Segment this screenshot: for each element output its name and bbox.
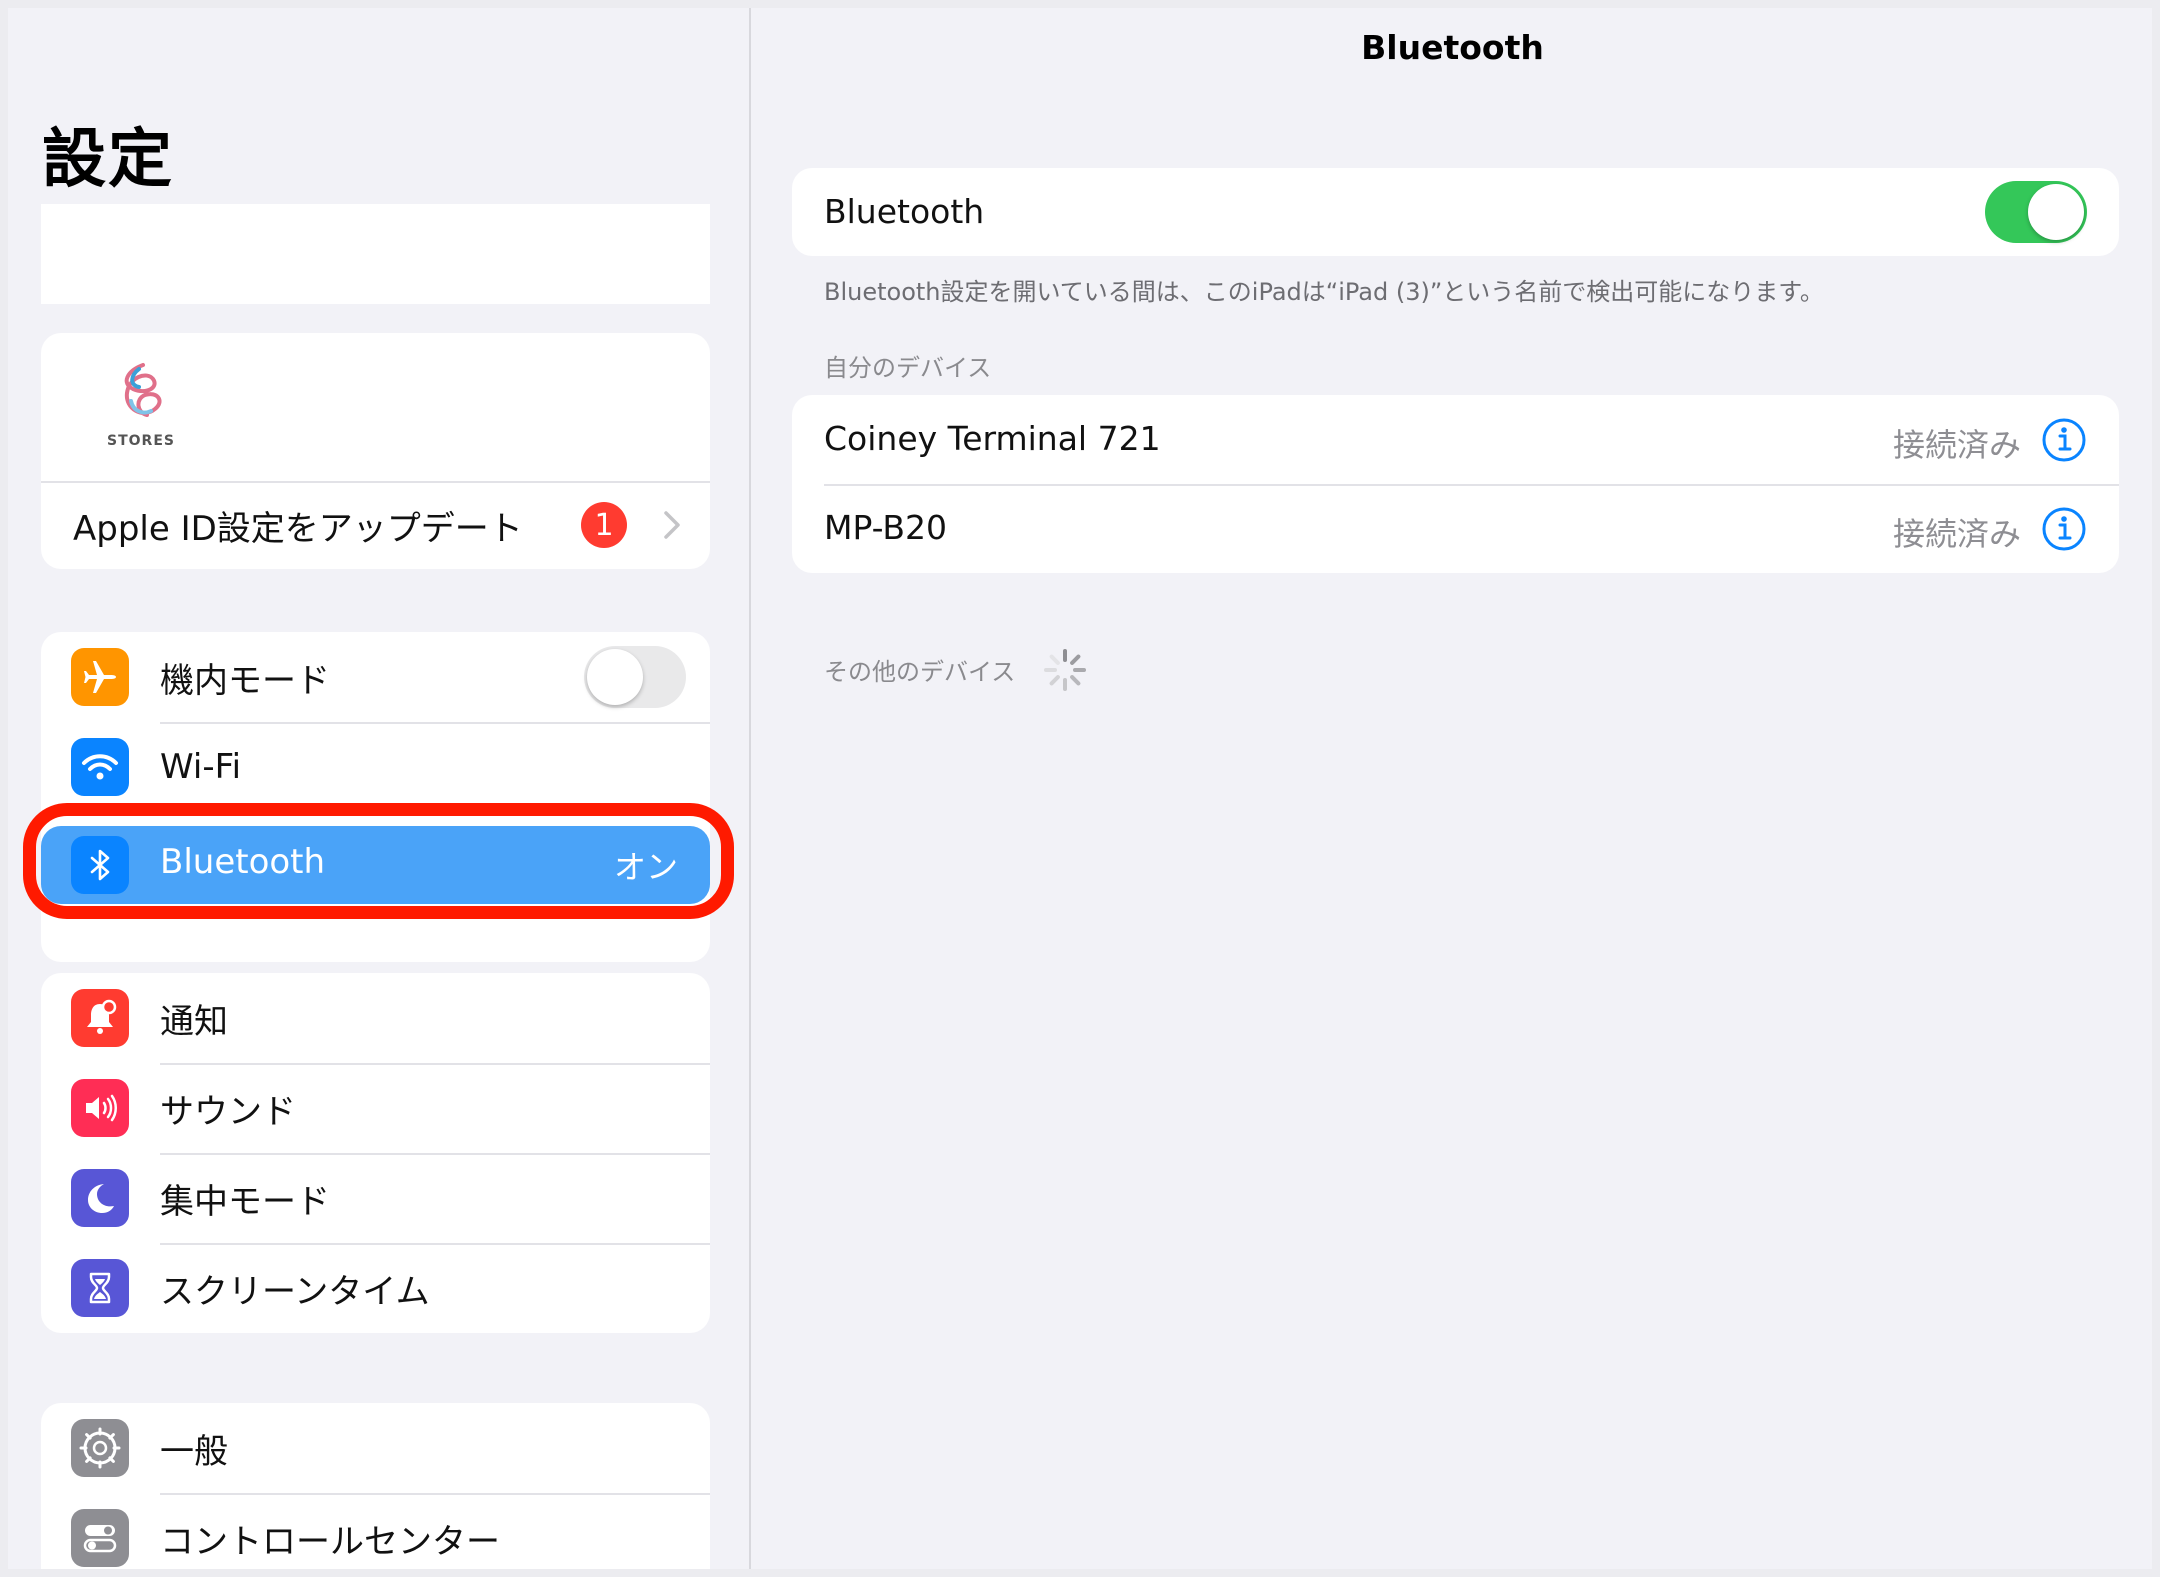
notification-badge: 1 [581, 502, 627, 548]
sidebar: 設定 STORES Apple ID設定をアップデート 1 機内モード Wi-F… [8, 8, 751, 1569]
speaker-icon [71, 1079, 129, 1137]
device-row[interactable]: MP-B20 接続済み [792, 484, 2119, 573]
toggle-knob [587, 649, 643, 705]
apple-id-update-row[interactable]: Apple ID設定をアップデート 1 [41, 481, 710, 569]
bluetooth-footnote: Bluetooth設定を開いている間は、このiPadは“iPad (3)”という… [824, 278, 1824, 306]
sidebar-item-label: 機内モード [160, 660, 330, 701]
device-status: 接続済み [1892, 426, 2021, 464]
sidebar-item-focus[interactable]: 集中モード [41, 1153, 710, 1243]
sidebar-item-label: 一般 [160, 1431, 228, 1472]
notifications-group: 通知 サウンド 集中モード スクリーンタイム [41, 973, 710, 1333]
gear-icon [71, 1419, 129, 1477]
device-name: Coiney Terminal 721 [824, 419, 1161, 458]
profile-card[interactable]: STORES Apple ID設定をアップデート 1 [41, 333, 710, 569]
device-status: 接続済み [1892, 515, 2021, 553]
sidebar-item-label: サウンド [160, 1091, 296, 1132]
sidebar-title: 設定 [42, 123, 174, 197]
profile-header[interactable]: STORES [41, 333, 710, 481]
detail-pane: Bluetooth Bluetooth Bluetooth設定を開いている間は、… [753, 8, 2152, 1569]
stores-logo: STORES [101, 361, 181, 461]
device-row[interactable]: Coiney Terminal 721 接続済み [792, 395, 2119, 484]
my-devices-list: Coiney Terminal 721 接続済み MP-B20 接続済み [792, 395, 2119, 573]
chevron-right-icon [664, 511, 680, 539]
divider [824, 484, 2119, 486]
toggle-knob [2028, 184, 2084, 240]
moon-icon [71, 1169, 129, 1227]
wifi-icon [71, 738, 129, 796]
divider [160, 1063, 710, 1065]
sidebar-item-label: スクリーンタイム [160, 1271, 430, 1312]
bell-icon [71, 989, 129, 1047]
sidebar-item-label: Wi-Fi [160, 747, 242, 787]
stores-logo-mark [124, 363, 162, 417]
bluetooth-toggle-card: Bluetooth [792, 168, 2119, 256]
sidebar-item-notifications[interactable]: 通知 [41, 973, 710, 1063]
nav-title: Bluetooth [1361, 28, 1544, 67]
info-icon[interactable] [2041, 506, 2087, 552]
other-devices-header: その他のデバイス [824, 658, 1016, 686]
stores-logo-text: STORES [107, 433, 175, 449]
loading-spinner-icon [1044, 649, 1086, 691]
sidebar-item-control-center[interactable]: コントロールセンター [41, 1493, 710, 1569]
sidebar-item-wifi[interactable]: Wi-Fi [41, 722, 710, 812]
divider [160, 722, 710, 724]
sidebar-item-sounds[interactable]: サウンド [41, 1063, 710, 1153]
sidebar-item-label: 通知 [160, 1001, 228, 1042]
search-area[interactable] [41, 204, 710, 304]
divider [160, 1243, 710, 1245]
bluetooth-toggle-label: Bluetooth [824, 192, 985, 231]
my-devices-header: 自分のデバイス [824, 354, 992, 382]
sidebar-item-label: コントロールセンター [160, 1521, 500, 1562]
info-icon[interactable] [2041, 417, 2087, 463]
airplane-mode-toggle[interactable] [584, 646, 686, 708]
highlight-annotation [23, 803, 734, 919]
sidebar-item-general[interactable]: 一般 [41, 1403, 710, 1493]
screen: 設定 STORES Apple ID設定をアップデート 1 機内モード Wi-F… [8, 8, 2152, 1569]
switches-icon [71, 1509, 129, 1567]
general-group: 一般 コントロールセンター [41, 1403, 710, 1569]
airplane-icon [71, 648, 129, 706]
divider [160, 1493, 710, 1495]
hourglass-icon [71, 1259, 129, 1317]
device-name: MP-B20 [824, 508, 948, 547]
sidebar-item-screen-time[interactable]: スクリーンタイム [41, 1243, 710, 1333]
sidebar-item-airplane-mode[interactable]: 機内モード [41, 632, 710, 722]
bluetooth-toggle[interactable] [1985, 181, 2087, 243]
apple-id-update-label: Apple ID設定をアップデート [73, 508, 523, 549]
divider [160, 1153, 710, 1155]
divider [41, 481, 710, 483]
sidebar-item-label: 集中モード [160, 1181, 330, 1222]
